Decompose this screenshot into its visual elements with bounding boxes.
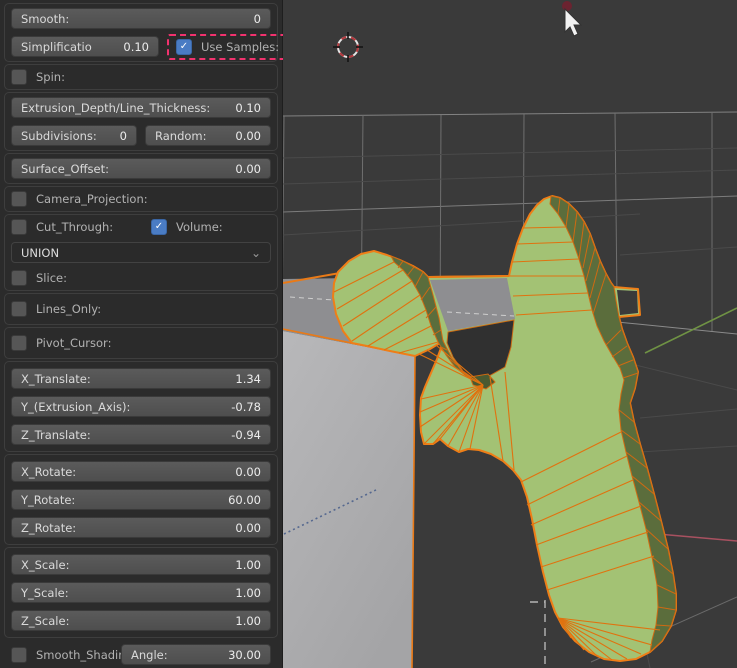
- section-shading: Smooth_Shading: Angle: 30.00 Fill_Faces:…: [4, 640, 278, 668]
- camera-projection-label: Camera_Projection:: [36, 192, 148, 206]
- extrusion-depth-value: 0.10: [235, 101, 261, 115]
- section-spin: Spin:: [4, 64, 278, 90]
- section-pivot-cursor: Pivot_Cursor:: [4, 327, 278, 359]
- use-samples-highlight: Use Samples:: [167, 34, 288, 60]
- y-scale-value: 1.00: [235, 586, 261, 600]
- section-camera-projection: Camera_Projection:: [4, 186, 278, 212]
- x-rotate-value: 0.00: [235, 465, 261, 479]
- x-scale-value: 1.00: [235, 558, 261, 572]
- extrusion-depth-slider[interactable]: Extrusion_Depth/Line_Thickness: 0.10: [11, 97, 271, 118]
- lines-only-label: Lines_Only:: [36, 302, 101, 316]
- z-translate-label: Z_Translate:: [21, 428, 91, 442]
- use-samples-checkbox[interactable]: [176, 39, 192, 55]
- z-scale-value: 1.00: [235, 614, 261, 628]
- section-surface-offset: Surface_Offset: 0.00: [4, 153, 278, 184]
- y-rotate-value: 60.00: [228, 493, 261, 507]
- z-translate-value: -0.94: [231, 428, 261, 442]
- shape-back-silhouette-mid: [428, 276, 509, 277]
- spin-label: Spin:: [36, 70, 65, 84]
- section-lines-only: Lines_Only:: [4, 293, 278, 325]
- section-boolean: Cut_Through: Volume: UNION ⌄ Slice:: [4, 214, 278, 291]
- boolean-mode-value: UNION: [21, 246, 59, 260]
- angle-value: 30.00: [228, 648, 261, 662]
- section-rotate: X_Rotate: 0.00 Y_Rotate: 60.00 Z_Rotate:…: [4, 454, 278, 545]
- section-translate: X_Translate: 1.34 Y_(Extrusion_Axis): -0…: [4, 361, 278, 452]
- smooth-value: 0: [254, 12, 261, 26]
- slice-checkbox[interactable]: [11, 270, 27, 286]
- volume-label: Volume:: [176, 220, 223, 234]
- simplification-slider[interactable]: Simplificatio 0.10: [11, 36, 159, 57]
- z-rotate-label: Z_Rotate:: [21, 521, 76, 535]
- y-extrusion-axis-slider[interactable]: Y_(Extrusion_Axis): -0.78: [11, 396, 271, 417]
- x-scale-label: X_Scale:: [21, 558, 69, 572]
- y-extrusion-axis-label: Y_(Extrusion_Axis):: [21, 400, 130, 414]
- y-extrusion-axis-value: -0.78: [231, 400, 261, 414]
- y-scale-slider[interactable]: Y_Scale: 1.00: [11, 582, 271, 603]
- z-rotate-slider[interactable]: Z_Rotate: 0.00: [11, 517, 271, 538]
- surface-offset-label: Surface_Offset:: [21, 162, 109, 176]
- simplification-label: Simplificatio: [21, 40, 92, 54]
- subdivisions-label: Subdivisions:: [21, 129, 97, 143]
- subdivisions-value: 0: [120, 129, 127, 143]
- section-smooth: Smooth: 0 Simplificatio 0.10 Use Samples…: [4, 3, 278, 62]
- chevron-down-icon: ⌄: [251, 246, 261, 260]
- pivot-cursor-checkbox[interactable]: [11, 335, 27, 351]
- pivot-cursor-label: Pivot_Cursor:: [36, 336, 111, 350]
- z-scale-label: Z_Scale:: [21, 614, 69, 628]
- app-window: { "panel": { "sections": [ { "rows": [ {…: [0, 0, 737, 668]
- x-rotate-slider[interactable]: X_Rotate: 0.00: [11, 461, 271, 482]
- random-slider[interactable]: Random: 0.00: [145, 125, 271, 146]
- z-scale-slider[interactable]: Z_Scale: 1.00: [11, 610, 271, 631]
- surface-offset-slider[interactable]: Surface_Offset: 0.00: [11, 158, 271, 179]
- lines-only-checkbox[interactable]: [11, 301, 27, 317]
- slice-label: Slice:: [36, 271, 67, 285]
- x-translate-slider[interactable]: X_Translate: 1.34: [11, 368, 271, 389]
- use-samples-label: Use Samples:: [201, 40, 279, 54]
- x-translate-label: X_Translate:: [21, 372, 91, 386]
- viewport-3d[interactable]: [283, 0, 737, 668]
- spin-checkbox[interactable]: [11, 69, 27, 85]
- boolean-mode-dropdown[interactable]: UNION ⌄: [11, 242, 271, 263]
- cut-through-checkbox[interactable]: [11, 219, 27, 235]
- angle-slider[interactable]: Angle: 30.00: [121, 644, 271, 665]
- simplification-value: 0.10: [123, 40, 149, 54]
- x-scale-slider[interactable]: X_Scale: 1.00: [11, 554, 271, 575]
- smooth-label: Smooth:: [21, 12, 69, 26]
- cube-front-face: [283, 331, 415, 668]
- x-rotate-label: X_Rotate:: [21, 465, 76, 479]
- y-rotate-label: Y_Rotate:: [21, 493, 75, 507]
- section-scale: X_Scale: 1.00 Y_Scale: 1.00 Z_Scale: 1.0…: [4, 547, 278, 638]
- angle-label: Angle:: [131, 648, 168, 662]
- smooth-slider[interactable]: Smooth: 0: [11, 8, 271, 29]
- section-extrusion: Extrusion_Depth/Line_Thickness: 0.10 Sub…: [4, 92, 278, 151]
- subdivisions-slider[interactable]: Subdivisions: 0: [11, 125, 137, 146]
- random-value: 0.00: [235, 129, 261, 143]
- y-scale-label: Y_Scale:: [21, 586, 69, 600]
- z-rotate-value: 0.00: [235, 521, 261, 535]
- volume-checkbox[interactable]: [151, 219, 167, 235]
- x-translate-value: 1.34: [235, 372, 261, 386]
- random-label: Random:: [155, 129, 207, 143]
- cut-through-label: Cut_Through:: [36, 220, 113, 234]
- extrusion-depth-label: Extrusion_Depth/Line_Thickness:: [21, 101, 210, 115]
- tab-interior: [617, 290, 638, 315]
- y-rotate-slider[interactable]: Y_Rotate: 60.00: [11, 489, 271, 510]
- smooth-shading-checkbox[interactable]: [11, 647, 27, 663]
- surface-offset-value: 0.00: [235, 162, 261, 176]
- camera-projection-checkbox[interactable]: [11, 191, 27, 207]
- z-translate-slider[interactable]: Z_Translate: -0.94: [11, 424, 271, 445]
- properties-panel: Smooth: 0 Simplificatio 0.10 Use Samples…: [0, 0, 283, 668]
